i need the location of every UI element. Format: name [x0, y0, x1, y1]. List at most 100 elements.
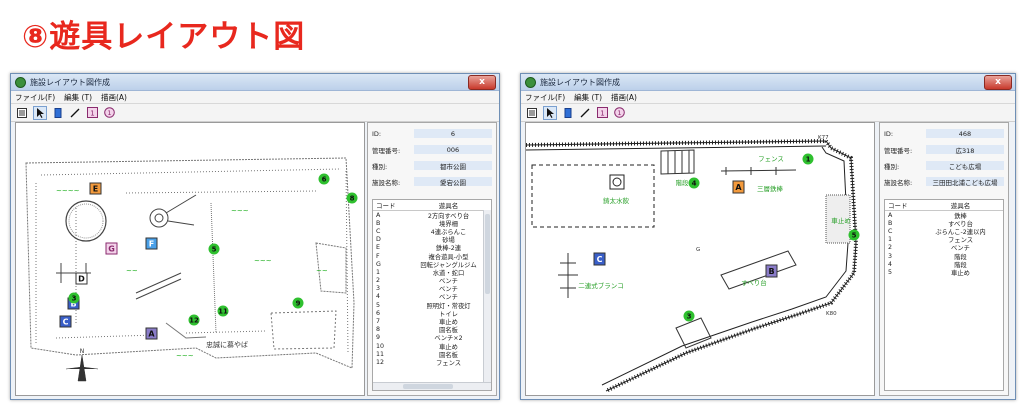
- page-title: ⑧遊具レイアウト図: [22, 19, 306, 55]
- list-item-code: 4: [376, 293, 381, 301]
- list-icon[interactable]: [16, 107, 28, 119]
- list-item-code: A: [888, 211, 893, 219]
- svg-text:A: A: [735, 183, 742, 192]
- marker-c[interactable]: C: [593, 252, 606, 266]
- marker-12[interactable]: 12: [188, 314, 200, 326]
- toolbar: 1 1: [521, 104, 1015, 122]
- numbered-box-icon[interactable]: 1: [86, 107, 98, 119]
- list-item-name: 車止め: [951, 269, 970, 277]
- svg-text:5: 5: [212, 246, 217, 254]
- marker-5[interactable]: 5: [208, 243, 220, 255]
- marker-3[interactable]: 3: [683, 310, 695, 322]
- list-item-code: 7: [376, 318, 381, 326]
- label-car-stop: 車止め: [831, 216, 851, 225]
- list-item[interactable]: 12 フェンス: [373, 358, 491, 367]
- marker-11[interactable]: 11: [217, 305, 229, 317]
- marker-a[interactable]: A: [732, 180, 745, 194]
- marker-c[interactable]: C: [59, 315, 72, 328]
- marker-g[interactable]: G: [105, 242, 118, 255]
- mgmt-value[interactable]: 広318: [926, 145, 1004, 155]
- svg-text:6: 6: [322, 176, 327, 184]
- list-item-code: G: [376, 260, 381, 268]
- equipment-list[interactable]: コード 遊具名 A 2方向すべり台 B 境界柵 C 4連ぶらんこ D 砂場 E 鉄棒-2連 F 複合遊具…: [372, 199, 492, 391]
- menu-edit[interactable]: 編集 (T): [64, 92, 92, 103]
- pointer-icon[interactable]: [543, 105, 557, 120]
- menu-draw[interactable]: 描画(A): [101, 92, 127, 103]
- svg-text:N: N: [80, 348, 85, 355]
- svg-text:A: A: [148, 330, 155, 339]
- label-slide: すべり台: [741, 278, 767, 287]
- list-header: コード 遊具名: [373, 200, 491, 211]
- list-header: コード 遊具名: [885, 200, 1003, 211]
- type-value[interactable]: 都市公園: [414, 161, 492, 171]
- numbered-circle-icon[interactable]: 1: [613, 107, 625, 119]
- info-row-id: ID: 468: [884, 128, 1004, 139]
- list-item-code: 4: [888, 260, 893, 268]
- list-item-code: D: [376, 236, 381, 244]
- menu-edit[interactable]: 編集 (T): [574, 92, 602, 103]
- list-item-code: 11: [376, 350, 385, 358]
- marker-d[interactable]: D: [75, 272, 88, 285]
- list-item-code: 5: [888, 268, 893, 276]
- equipment-list[interactable]: コード 遊具名 A 鉄棒 B すべり台 C ぶらんこ-2連以内 1 フェンス 2 ベンチ 3 階段 4 階段…: [884, 199, 1004, 391]
- name-value[interactable]: 愛宕公園: [414, 177, 492, 187]
- label-stairs: 階段: [676, 178, 690, 187]
- svg-text:B: B: [768, 267, 774, 276]
- svg-text:~~~~: ~~~~: [56, 187, 80, 195]
- type-value[interactable]: こども広場: [926, 161, 1004, 171]
- line-icon[interactable]: [579, 107, 591, 119]
- name-value[interactable]: 三田田北浦こども広場: [926, 177, 1004, 187]
- map-canvas[interactable]: フェンス 鋳太水飲 階段 三層鉄棒 すべり台 二連式ブランコ 車止め K77 K…: [525, 122, 875, 396]
- layout-window-left: 施設レイアウト図作成 x ファイル(F) 編集 (T) 描画(A) 1 1 ~~…: [10, 73, 500, 400]
- svg-text:G: G: [108, 245, 115, 254]
- mgmt-value[interactable]: 006: [414, 145, 492, 154]
- numbered-circle-icon[interactable]: 1: [103, 107, 115, 119]
- list-item-code: 10: [376, 342, 385, 350]
- marker-1[interactable]: 1: [802, 153, 814, 165]
- info-row-name: 施設名称: 三田田北浦こども広場: [884, 176, 1004, 187]
- svg-text:1: 1: [90, 110, 94, 118]
- marker-e[interactable]: E: [89, 182, 102, 195]
- window-title: 施設レイアウト図作成: [30, 77, 110, 87]
- marker-9[interactable]: 9: [292, 297, 304, 309]
- marker-f[interactable]: F: [145, 237, 158, 250]
- svg-text:1: 1: [107, 109, 111, 117]
- svg-text:C: C: [597, 255, 603, 264]
- pointer-icon[interactable]: [33, 105, 47, 120]
- info-row-id: ID: 6: [372, 128, 492, 139]
- menu-file[interactable]: ファイル(F): [15, 92, 55, 103]
- marker-8[interactable]: 8: [346, 192, 358, 204]
- close-button[interactable]: x: [984, 74, 1012, 90]
- list-item-code: C: [376, 227, 381, 235]
- info-row-name: 施設名称: 愛宕公園: [372, 176, 492, 187]
- menubar: ファイル(F) 編集 (T) 描画(A): [521, 91, 1015, 104]
- list-icon[interactable]: [526, 107, 538, 119]
- list-item-code: 8: [376, 326, 381, 334]
- id-value[interactable]: 6: [414, 129, 492, 138]
- marker-6[interactable]: 6: [318, 173, 330, 185]
- list-item[interactable]: 5 車止め: [885, 268, 1003, 277]
- rect-icon[interactable]: [52, 107, 64, 119]
- numbered-box-icon[interactable]: 1: [596, 107, 608, 119]
- marker-5[interactable]: 5: [848, 229, 860, 241]
- label-k77: K77: [818, 135, 829, 141]
- list-item-code: E: [376, 244, 380, 252]
- close-button[interactable]: x: [468, 74, 496, 90]
- marker-b[interactable]: B: [765, 264, 778, 278]
- line-icon[interactable]: [69, 107, 81, 119]
- app-icon: [525, 76, 536, 88]
- list-item-code: 5: [376, 301, 381, 309]
- marker-4[interactable]: 4: [688, 177, 700, 189]
- marker-a[interactable]: A: [145, 327, 158, 340]
- marker-3[interactable]: 3: [68, 292, 80, 304]
- id-value[interactable]: 468: [926, 129, 1004, 138]
- menu-draw[interactable]: 描画(A): [611, 92, 637, 103]
- rect-icon[interactable]: [562, 107, 574, 119]
- horizontal-scrollbar[interactable]: [373, 382, 491, 390]
- svg-text:9: 9: [296, 300, 301, 308]
- map-canvas[interactable]: ~~~~ ~~~ ~~~ ~~ ~~~ ~~ A B C D E F G 3 5: [15, 122, 365, 396]
- menu-file[interactable]: ファイル(F): [525, 92, 565, 103]
- vertical-scrollbar[interactable]: [483, 210, 491, 382]
- svg-text:1: 1: [806, 156, 811, 164]
- list-item-code: 3: [376, 285, 381, 293]
